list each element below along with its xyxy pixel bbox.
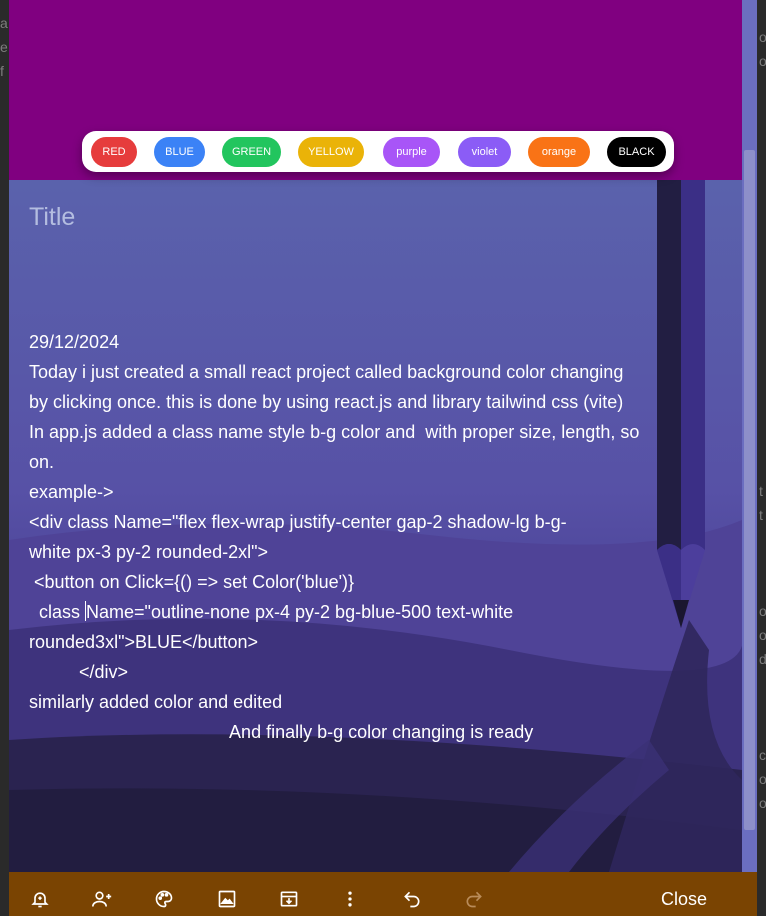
note-line: rounded3xl">BLUE</button> bbox=[29, 632, 259, 652]
note-line: example-> bbox=[29, 482, 114, 502]
note-line: And finally b-g color changing is ready bbox=[29, 722, 534, 742]
note-title-input[interactable]: Title bbox=[29, 203, 75, 232]
background-text: o bbox=[759, 29, 766, 45]
background-text: o bbox=[759, 53, 766, 69]
note-line: white px-3 py-2 rounded-2xl"> bbox=[29, 542, 269, 562]
more-icon[interactable] bbox=[338, 887, 362, 911]
purple-button[interactable]: purple bbox=[383, 137, 440, 167]
note-body[interactable]: 29/12/2024 Today i just created a small r… bbox=[29, 327, 729, 747]
archive-icon[interactable] bbox=[277, 887, 301, 911]
note-toolbar bbox=[9, 872, 757, 916]
background-text: o bbox=[759, 771, 766, 787]
image-icon[interactable] bbox=[215, 887, 239, 911]
note-line: In app.js added a class name style b-g c… bbox=[29, 422, 640, 442]
background-text: o bbox=[759, 603, 766, 619]
violet-button[interactable]: violet bbox=[458, 137, 511, 167]
note-line: </div> bbox=[29, 662, 129, 682]
background-text: a bbox=[0, 15, 8, 31]
note-line: similarly added color and edited bbox=[29, 692, 283, 712]
note-line-with-caret: class Name="outline-none px-4 py-2 bg-bl… bbox=[29, 597, 729, 627]
note-editor-dialog: RED BLUE GREEN YELLOW purple violet oran… bbox=[9, 0, 742, 916]
note-line: <div class Name="flex flex-wrap justify-… bbox=[29, 512, 567, 532]
background-text: e bbox=[0, 39, 8, 55]
green-button[interactable]: GREEN bbox=[222, 137, 281, 167]
redo-icon bbox=[462, 887, 486, 911]
note-line: on. bbox=[29, 452, 55, 472]
close-button[interactable]: Close bbox=[648, 886, 720, 912]
background-text: t bbox=[759, 507, 763, 523]
note-line: Today i just created a small react proje… bbox=[29, 362, 624, 382]
note-line: <button on Click={() => set Color('blue'… bbox=[29, 572, 355, 592]
blue-button[interactable]: BLUE bbox=[154, 137, 205, 167]
background-text: o bbox=[759, 627, 766, 643]
undo-icon[interactable] bbox=[400, 887, 424, 911]
scrollbar-thumb[interactable] bbox=[744, 150, 755, 830]
note-line: 29/12/2024 bbox=[29, 332, 120, 352]
collaborator-icon[interactable] bbox=[90, 887, 114, 911]
orange-button[interactable]: orange bbox=[528, 137, 590, 167]
background-text: o bbox=[759, 795, 766, 811]
background-text: f bbox=[0, 63, 4, 79]
note-line: by clicking once. this is done by using … bbox=[29, 392, 624, 412]
background-window-left bbox=[0, 0, 9, 916]
red-button[interactable]: RED bbox=[91, 137, 137, 167]
palette-icon[interactable] bbox=[152, 887, 176, 911]
black-button[interactable]: BLACK bbox=[607, 137, 666, 167]
note-line-rest: Name="outline-none px-4 py-2 bg-blue-500… bbox=[86, 602, 514, 622]
yellow-button[interactable]: YELLOW bbox=[298, 137, 364, 167]
background-text: d bbox=[759, 651, 766, 667]
note-line-start: class bbox=[29, 602, 86, 622]
remind-icon[interactable] bbox=[28, 887, 52, 911]
background-text: c bbox=[759, 747, 766, 763]
background-text: t bbox=[759, 483, 763, 499]
